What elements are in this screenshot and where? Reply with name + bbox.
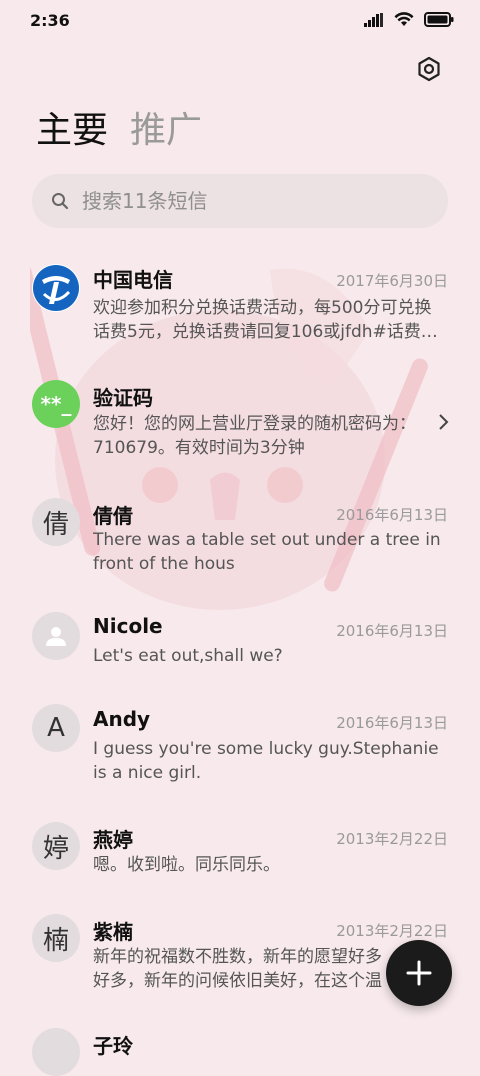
message-date: 2013年2月22日 — [336, 830, 448, 848]
tab-bar: 主要 推广 — [36, 108, 202, 154]
status-bar: 2:36 — [0, 0, 480, 40]
message-date: 2016年6月13日 — [336, 622, 448, 640]
person-icon — [46, 627, 66, 646]
status-time: 2:36 — [30, 11, 70, 30]
message-preview: 嗯。收到啦。同乐同乐。 — [93, 855, 280, 875]
gear-icon — [418, 56, 440, 82]
message-preview: 您好！您的网上营业厅登录的随机密码为：710679。有效时间为3分钟 — [93, 414, 416, 458]
search-bar[interactable] — [32, 174, 448, 228]
message-date: 2016年6月13日 — [336, 714, 448, 732]
sender-name: Andy — [93, 707, 151, 731]
sender-name: 中国电信 — [93, 268, 173, 292]
message-preview: I guess you're some lucky guy.Stephanie … — [93, 739, 439, 783]
message-preview: 欢迎参加积分兑换话费活动，每500分可兑换话费5元，兑换话费请回复106或jfd… — [93, 298, 438, 342]
search-input[interactable] — [80, 188, 424, 214]
contact-avatar: 楠 — [32, 914, 80, 962]
message-date: 2017年6月30日 — [336, 272, 448, 290]
contact-avatar: A — [32, 704, 80, 752]
new-message-button[interactable] — [386, 940, 452, 1006]
wifi-icon — [394, 12, 414, 31]
battery-icon — [424, 12, 454, 31]
telecom-logo-avatar — [32, 264, 80, 312]
plus-icon — [406, 960, 432, 986]
contact-avatar — [32, 1028, 80, 1076]
message-date: 2013年2月22日 — [336, 922, 448, 940]
contact-avatar — [32, 612, 80, 660]
tab-primary[interactable]: 主要 — [36, 108, 108, 154]
contact-avatar: 倩 — [32, 498, 80, 546]
chevron-right-icon[interactable] — [436, 412, 450, 432]
sender-name: 验证码 — [93, 386, 153, 410]
message-preview: Let's eat out,shall we? — [93, 646, 283, 666]
message-date: 2016年6月13日 — [336, 506, 448, 524]
tab-promotions[interactable]: 推广 — [130, 108, 202, 154]
sender-name: 倩倩 — [93, 504, 133, 528]
search-icon — [50, 191, 70, 211]
sender-name: 子玲 — [93, 1034, 133, 1058]
sender-name: 紫楠 — [93, 920, 133, 944]
settings-button[interactable] — [414, 54, 444, 84]
signal-icon — [364, 12, 384, 31]
message-preview: 新年的祝福数不胜数，新年的愿望好多好多，新年的问候依旧美好，在这个温馨的时刻… — [93, 947, 382, 991]
verification-avatar: **_ — [32, 380, 80, 428]
contact-avatar: 婷 — [32, 822, 80, 870]
status-icons — [364, 12, 454, 31]
sender-name: 燕婷 — [93, 828, 133, 852]
message-preview: There was a table set out under a tree i… — [93, 530, 441, 574]
sender-name: Nicole — [93, 614, 163, 638]
